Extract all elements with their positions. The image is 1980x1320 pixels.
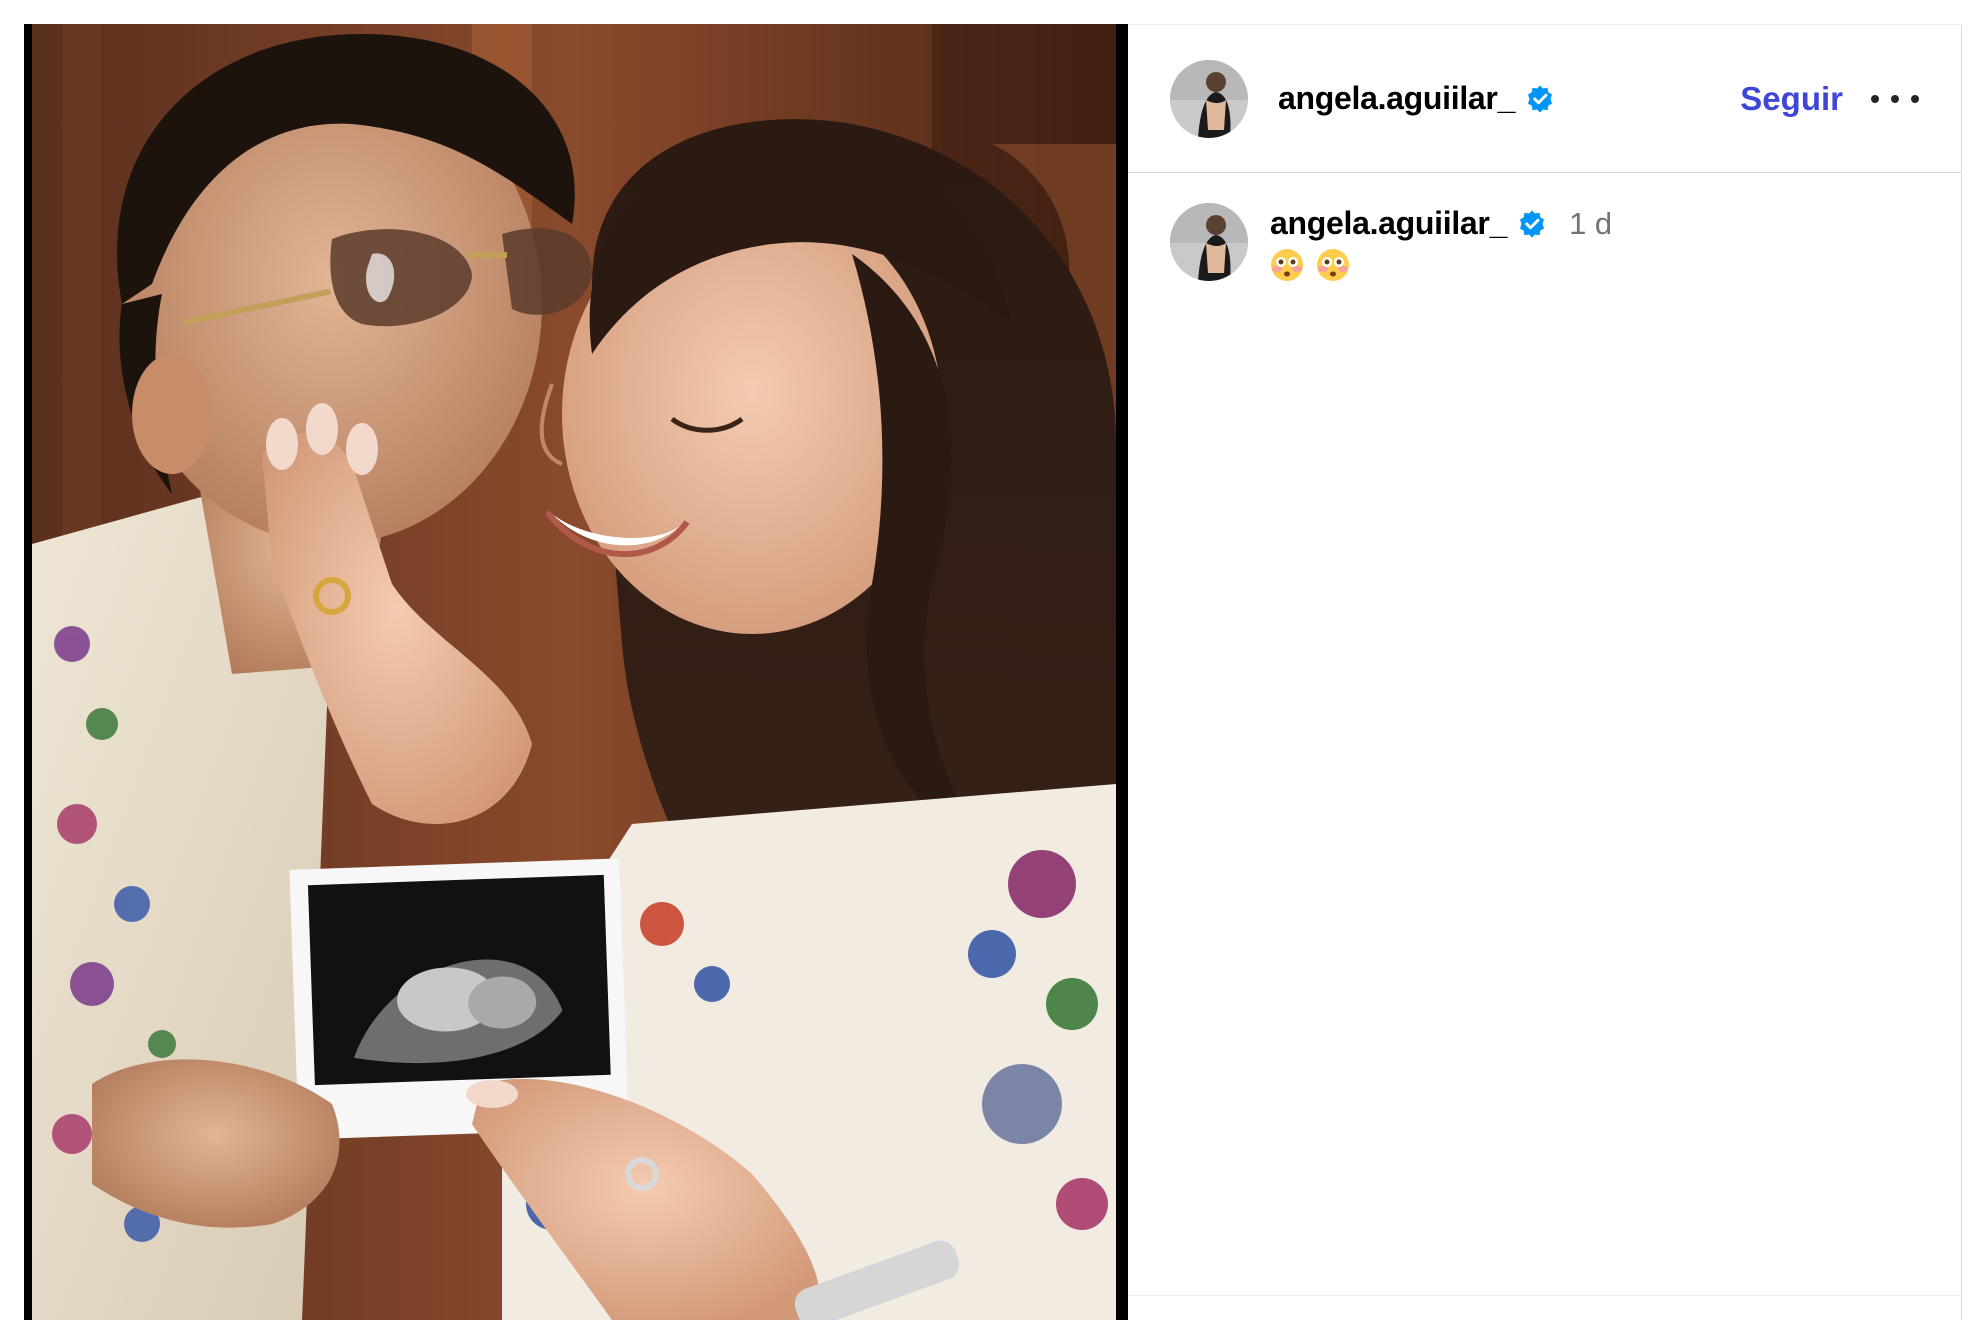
- post-details: angela.aguiilar_ Seguir angela.aguiilar_…: [1128, 24, 1962, 1320]
- follow-button[interactable]: Seguir: [1740, 80, 1843, 118]
- author-avatar[interactable]: [1170, 59, 1248, 138]
- post-media[interactable]: [24, 24, 1128, 1320]
- verified-badge-icon: [1528, 85, 1553, 112]
- post-header: angela.aguiilar_ Seguir: [1128, 25, 1961, 173]
- comment-text: [1270, 248, 1612, 282]
- post-photo: [32, 24, 1116, 1320]
- comment-body: angela.aguiilar_ 1 d: [1270, 203, 1612, 282]
- author-username[interactable]: angela.aguiilar_: [1278, 80, 1515, 117]
- post-modal: angela.aguiilar_ Seguir angela.aguiilar_…: [24, 24, 1962, 1320]
- flushed-face-emoji-icon: [1317, 249, 1349, 281]
- comment-username[interactable]: angela.aguiilar_: [1270, 205, 1507, 242]
- caption-comment: angela.aguiilar_ 1 d: [1170, 203, 1612, 282]
- divider: [1128, 1295, 1961, 1320]
- verified-badge-icon: [1520, 210, 1545, 237]
- comment-header: angela.aguiilar_ 1 d: [1270, 205, 1612, 242]
- comment-avatar[interactable]: [1170, 203, 1248, 281]
- comment-timestamp[interactable]: 1 d: [1569, 206, 1612, 242]
- more-options-icon[interactable]: [1871, 89, 1919, 109]
- flushed-face-emoji-icon: [1271, 249, 1303, 281]
